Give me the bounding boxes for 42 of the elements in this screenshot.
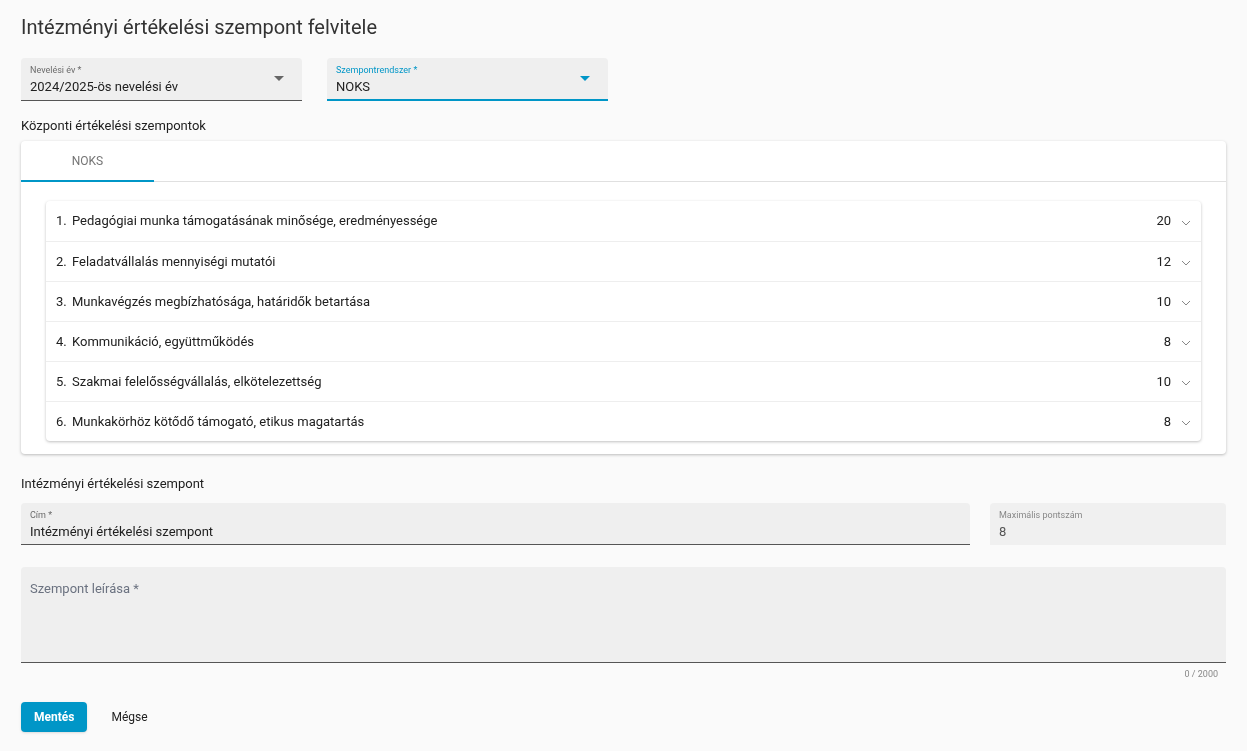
criterion-number: 2. — [56, 252, 68, 271]
tab[interactable]: NOKS — [21, 141, 154, 182]
chevron-icon — [1181, 300, 1191, 306]
criterion-row[interactable]: 2. Feladatvállalás mennyiségi mutatói 12 — [46, 241, 1201, 281]
title-field[interactable]: Cím * Intézményi értékelési szempont — [21, 503, 970, 545]
criterion-row[interactable]: 3. Munkavégzés megbízhatósága, határidők betartása 10 — [46, 281, 1201, 321]
criterion-points: 10 — [1156, 372, 1171, 391]
criterion-points: 8 — [1163, 412, 1171, 431]
criterion-title: Feladatvállalás mennyiségi mutatói — [72, 252, 277, 271]
cancel-button[interactable]: Mégse — [91, 701, 168, 732]
criterion-points: 10 — [1156, 292, 1171, 311]
criterion-row[interactable]: 4. Kommunikáció, együttműködés 8 — [46, 321, 1201, 361]
criterion-row[interactable]: 6. Munkakörhöz kötődő támogató, etikus magatartás 8 — [46, 401, 1201, 441]
criterion-points: 8 — [1163, 332, 1171, 351]
criterion-title: Munkakörhöz kötődő támogató, etikus magatartás — [72, 412, 366, 431]
criterion-row[interactable]: 1. Pedagógiai munka támogatásának minősége, eredményessége 20 — [46, 201, 1201, 241]
character-counter: 0 / 2000 — [1184, 668, 1218, 681]
criterion-title: Pedagógiai munka támogatásának minősége, eredményessége — [72, 212, 439, 231]
chevron-icon — [1181, 420, 1191, 426]
chevron-icon — [1181, 340, 1191, 346]
criterion-points: 20 — [1156, 212, 1171, 231]
criterion-title: Szakmai felelősségvállalás, elkötelezettség — [72, 372, 323, 391]
chevron-icon — [1181, 380, 1191, 386]
section-heading: Intézményi értékelési szempont — [21, 475, 206, 493]
criterion-title: Kommunikáció, együttműködés — [72, 332, 256, 351]
criterion-number: 4. — [56, 332, 68, 351]
chevron-icon — [1181, 260, 1191, 266]
criterion-title: Munkavégzés megbízhatósága, határidők betartása — [72, 292, 372, 311]
dropdown-caret-icon — [274, 76, 284, 81]
select-field[interactable]: Szempontrendszer * NOKS — [327, 58, 608, 101]
select-field[interactable]: Nevelési év * 2024/2025-ös nevelési év — [21, 58, 302, 101]
criterion-points: 12 — [1156, 252, 1171, 271]
criterion-row[interactable]: 5. Szakmai felelősségvállalás, elkötelezettség 10 — [46, 361, 1201, 401]
page-title: Intézményi értékelési szempont felvitele — [21, 14, 378, 40]
chevron-icon — [1181, 219, 1191, 226]
description-field[interactable]: Szempont leírása * — [21, 567, 1226, 663]
criterion-number: 1. — [56, 212, 68, 231]
criterion-number: 6. — [56, 412, 68, 431]
criterion-number: 5. — [56, 372, 68, 391]
dropdown-caret-icon — [580, 76, 590, 81]
criterion-number: 3. — [56, 292, 68, 311]
section-heading: Központi értékelési szempontok — [21, 117, 207, 135]
